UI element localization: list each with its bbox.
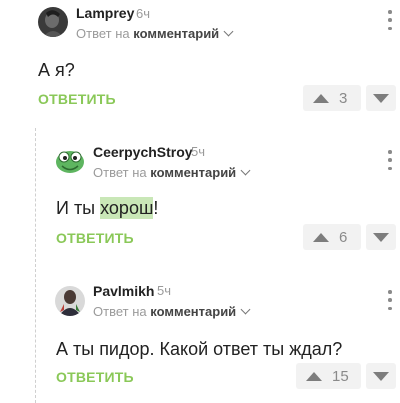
vote-count: 6 <box>339 228 348 246</box>
kebab-menu-icon[interactable] <box>382 150 398 170</box>
downvote-button[interactable] <box>366 224 396 250</box>
chevron-down-icon <box>223 26 234 37</box>
comment-time: 5ч <box>157 283 172 298</box>
upvote-arrow-icon <box>313 93 329 103</box>
vote-count: 15 <box>332 367 349 385</box>
kebab-menu-icon[interactable] <box>382 10 398 30</box>
upvote-button[interactable]: 3 <box>303 85 361 111</box>
reply-to-target: комментарий <box>150 165 237 180</box>
reply-button[interactable]: ОТВЕТИТЬ <box>56 230 134 246</box>
kebab-menu-icon[interactable] <box>382 290 398 310</box>
comment-text-before: И ты <box>56 198 101 218</box>
comment-lamprey: Lamprey 6ч Ответ на комментарий А я? ОТВ… <box>0 0 400 128</box>
author-name[interactable]: Lamprey <box>76 5 134 21</box>
reply-button[interactable]: ОТВЕТИТЬ <box>56 369 134 385</box>
reply-to-link[interactable]: Ответ на комментарий <box>93 304 251 319</box>
chevron-down-icon <box>240 304 251 315</box>
comment-text: А ты пидор. Какой ответ ты ждал? <box>56 339 343 359</box>
comment-text: И ты хорош! <box>56 197 159 219</box>
comment-ceerpychstroy: CeerpychStroy 5ч Ответ на комментарий И … <box>0 138 400 266</box>
highlighted-text: хорош <box>100 197 154 219</box>
comment-time: 6ч <box>136 6 151 21</box>
downvote-arrow-icon <box>373 93 389 103</box>
downvote-button[interactable] <box>366 363 396 389</box>
reply-to-prefix: Ответ на <box>93 165 147 180</box>
reply-to-link[interactable]: Ответ на комментарий <box>93 165 251 180</box>
upvote-button[interactable]: 6 <box>303 224 361 250</box>
upvote-arrow-icon <box>306 371 322 381</box>
reply-button[interactable]: ОТВЕТИТЬ <box>38 91 116 107</box>
comment-pavlmikh: Pavlmikh 5ч Ответ на комментарий А ты пи… <box>0 278 400 403</box>
avatar[interactable] <box>55 146 85 176</box>
downvote-button[interactable] <box>366 85 396 111</box>
reply-to-prefix: Ответ на <box>93 304 147 319</box>
upvote-button[interactable]: 15 <box>296 363 361 389</box>
author-name[interactable]: CeerpychStroy <box>93 144 193 160</box>
reply-to-target: комментарий <box>150 304 237 319</box>
downvote-arrow-icon <box>373 232 389 242</box>
reply-to-target: комментарий <box>133 26 220 41</box>
reply-to-prefix: Ответ на <box>76 26 130 41</box>
comment-text-after: ! <box>153 198 159 218</box>
author-name[interactable]: Pavlmikh <box>93 283 154 299</box>
upvote-arrow-icon <box>313 232 329 242</box>
comment-time: 5ч <box>191 144 206 159</box>
vote-count: 3 <box>339 89 348 107</box>
comment-text: А я? <box>38 60 75 80</box>
downvote-arrow-icon <box>373 371 389 381</box>
reply-to-link[interactable]: Ответ на комментарий <box>76 26 234 41</box>
chevron-down-icon <box>240 165 251 176</box>
avatar[interactable] <box>38 7 68 37</box>
avatar[interactable] <box>55 286 85 316</box>
